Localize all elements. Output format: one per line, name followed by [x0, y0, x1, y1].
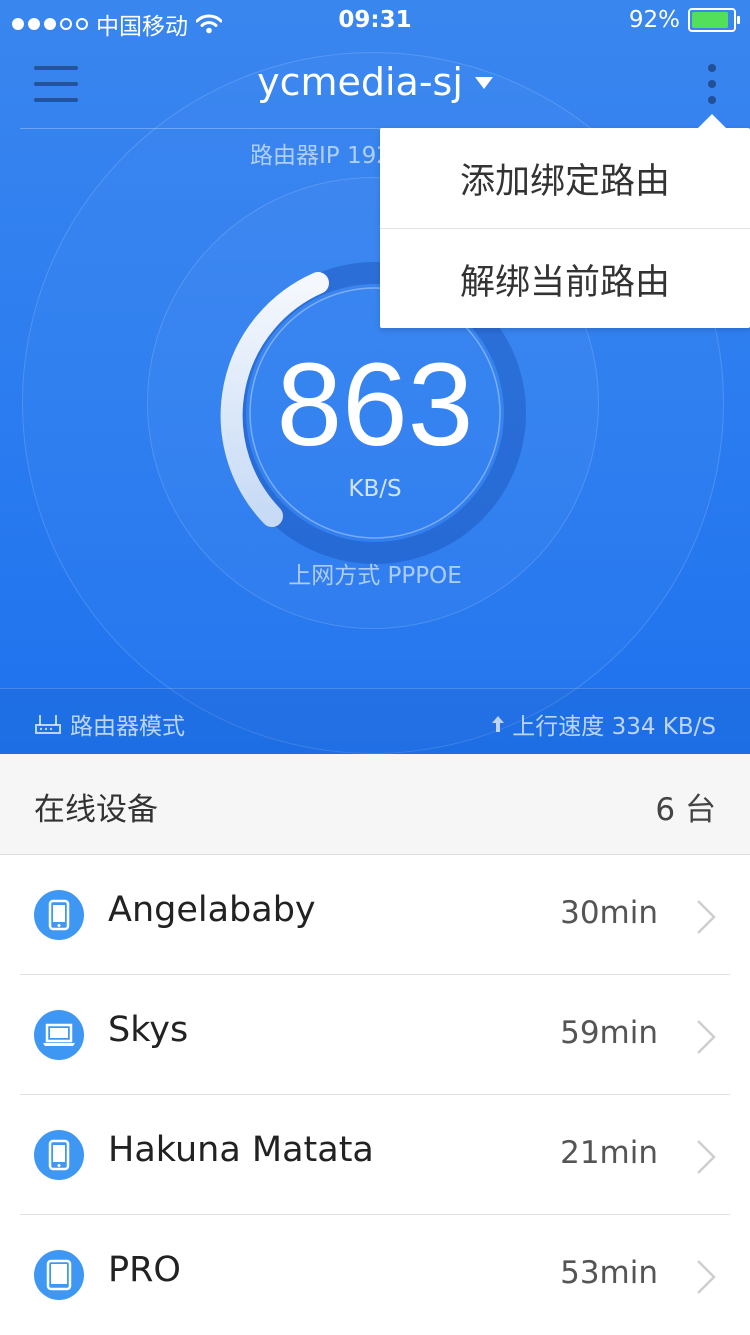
online-devices-count: 6 台: [655, 792, 716, 828]
device-name: Skys: [108, 1010, 189, 1050]
router-status-bar: 路由器模式 上行速度 334 KB/S: [0, 688, 750, 754]
caret-down-icon: [474, 76, 493, 89]
chevron-right-icon: [697, 1140, 716, 1174]
device-list: Angelababy 30min Skys 59min Hakuna Matat…: [0, 855, 750, 1335]
laptop-icon: [34, 1010, 84, 1060]
device-row[interactable]: Skys 59min: [0, 975, 750, 1095]
unbind-current-router[interactable]: 解绑当前路由: [380, 228, 750, 329]
device-time: 30min: [560, 895, 658, 931]
chevron-right-icon: [697, 900, 716, 934]
chevron-right-icon: [697, 1260, 716, 1294]
arrow-up-icon: [492, 716, 505, 732]
router-name: ycmedia-sj: [257, 60, 463, 104]
speed-unit: KB/S: [348, 476, 402, 502]
router-mode-label: 路由器模式: [70, 714, 185, 740]
navigation-bar: ycmedia-sj: [0, 40, 750, 128]
router-mode: 路由器模式: [34, 707, 185, 741]
phone-icon: [34, 890, 84, 940]
router-ip: 路由器IP 192: [250, 143, 391, 169]
speed-value: 863: [276, 339, 474, 471]
router-icon: [35, 715, 61, 734]
status-bar: 中国移动 09:31 92%: [0, 0, 750, 40]
device-name: Hakuna Matata: [108, 1130, 374, 1170]
online-devices-title: 在线设备: [34, 792, 158, 828]
device-time: 53min: [560, 1255, 658, 1291]
add-router-binding[interactable]: 添加绑定路由: [380, 128, 750, 228]
options-dropdown: 添加绑定路由 解绑当前路由: [380, 114, 750, 329]
device-row[interactable]: Angelababy 30min: [0, 855, 750, 975]
device-row[interactable]: PRO 53min: [0, 1215, 750, 1335]
device-time: 59min: [560, 1015, 658, 1051]
device-name: PRO: [108, 1250, 181, 1290]
tablet-icon: [34, 1250, 84, 1300]
upload-speed: 上行速度 334 KB/S: [490, 707, 716, 741]
router-dashboard: 中国移动 09:31 92% ycmedia-sj 路由器IP 192 863 …: [0, 0, 750, 754]
device-time: 21min: [560, 1135, 658, 1171]
upload-speed-label: 上行速度 334 KB/S: [512, 714, 716, 740]
more-options-icon[interactable]: [704, 64, 720, 104]
device-row[interactable]: Hakuna Matata 21min: [0, 1095, 750, 1215]
online-devices-header: 在线设备 6 台: [0, 754, 750, 855]
phone-icon: [34, 1130, 84, 1180]
chevron-right-icon: [697, 1020, 716, 1054]
connection-type: 上网方式 PPPOE: [288, 563, 462, 589]
battery-icon: [688, 8, 740, 32]
device-name: Angelababy: [108, 890, 316, 930]
battery-percent: 92%: [628, 7, 680, 33]
router-selector[interactable]: ycmedia-sj: [0, 60, 750, 104]
